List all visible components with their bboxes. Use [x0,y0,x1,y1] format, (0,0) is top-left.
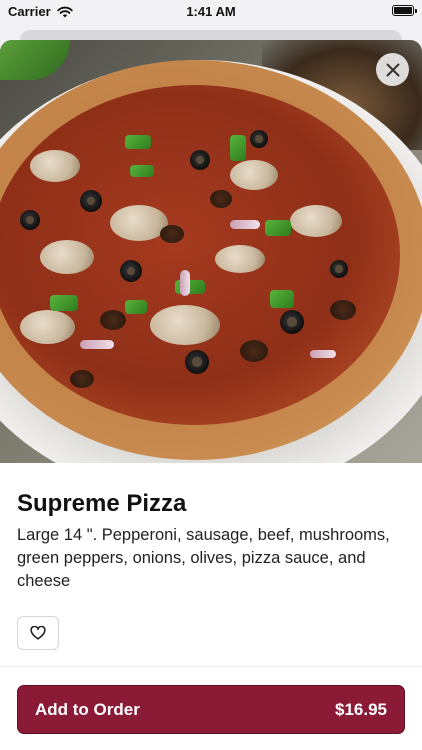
pizza-topping-image [180,270,190,296]
pizza-topping-image [20,210,40,230]
item-price: $16.95 [335,699,387,719]
pizza-topping-image [240,340,268,362]
item-description: Large 14 ". Pepperoni, sausage, beef, mu… [17,526,390,590]
pizza-topping-image [230,160,278,190]
pizza-topping-image [130,165,154,177]
close-icon [386,63,399,76]
status-bar: Carrier 1:41 AM [0,0,422,24]
pizza-topping-image [190,150,210,170]
pizza-topping-image [80,190,102,212]
divider [0,666,422,667]
garnish-image [0,40,70,80]
pizza-topping-image [290,205,342,237]
battery-icon [392,5,417,16]
pizza-topping-image [20,310,75,344]
item-detail-sheet: Supreme Pizza Large 14 ". Pepperoni, sau… [0,40,422,750]
pizza-topping-image [215,245,265,273]
pizza-topping-image [330,260,348,278]
item-image [0,40,422,463]
pizza-topping-image [185,350,209,374]
pizza-topping-image [265,220,291,236]
pizza-topping-image [80,340,114,349]
pizza-topping-image [210,190,232,208]
pizza-topping-image [310,350,336,358]
pizza-topping-image [125,300,147,314]
pizza-topping-image [125,135,151,149]
pizza-topping-image [40,240,94,274]
pizza-topping-image [330,300,356,320]
add-to-order-label: Add to Order [35,699,140,719]
pizza-topping-image [230,220,260,229]
heart-icon [30,626,46,640]
favorite-button[interactable] [17,616,59,650]
add-to-order-button[interactable]: Add to Order $16.95 [17,685,405,734]
pizza-topping-image [100,310,126,330]
pizza-topping-image [250,130,268,148]
pizza-topping-image [280,310,304,334]
pizza-topping-image [50,295,78,311]
close-button[interactable] [376,53,409,86]
pizza-topping-image [70,370,94,388]
status-time: 1:41 AM [186,4,236,19]
pizza-topping-image [160,225,184,243]
pizza-topping-image [270,290,294,308]
pizza-topping-image [150,305,220,345]
pizza-topping-image [120,260,142,282]
pizza-topping-image [30,150,80,182]
pizza-topping-image [230,135,246,161]
item-title: Supreme Pizza [17,490,187,517]
